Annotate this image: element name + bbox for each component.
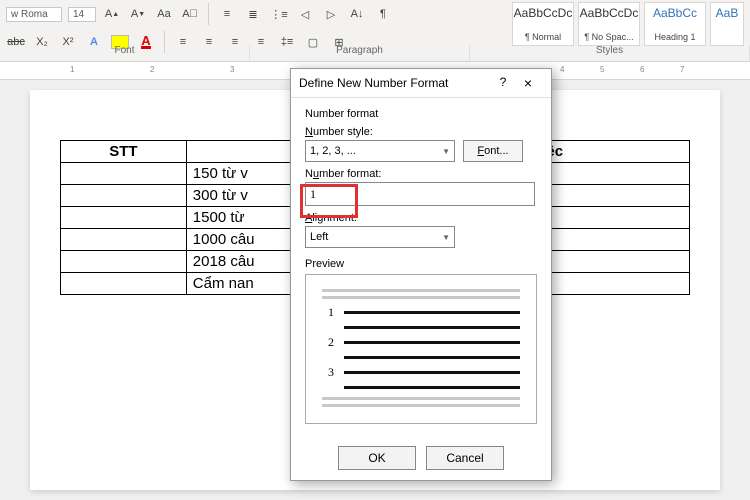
cancel-button[interactable]: Cancel <box>426 446 504 470</box>
change-case-icon[interactable]: Aa <box>154 4 174 24</box>
alignment-select[interactable]: Left▼ <box>305 226 455 248</box>
chevron-down-icon: ▼ <box>442 147 450 156</box>
style-normal[interactable]: AaBbCcDc ¶ Normal <box>512 2 574 46</box>
clear-format-icon[interactable]: A⃠ <box>180 4 200 24</box>
number-style-select[interactable]: 1, 2, 3, ...▼ <box>305 140 455 162</box>
label-number-format: Number format: <box>305 168 537 180</box>
chevron-down-icon: ▼ <box>442 233 450 242</box>
font-size-combo[interactable]: 14 <box>68 7 96 22</box>
label-alignment: Alignment: <box>305 212 537 224</box>
numbering-icon[interactable]: ≣ <box>243 4 263 24</box>
group-number-format: Number format <box>305 108 537 120</box>
close-button[interactable]: × <box>513 75 543 91</box>
number-format-input[interactable] <box>305 182 535 206</box>
preview-box: 1 2 3 <box>305 274 537 424</box>
style-heading1[interactable]: AaBbCc Heading 1 <box>644 2 706 46</box>
dialog-title: Define New Number Format <box>299 76 448 90</box>
ribbon: w Roma 14 A▲ A▼ Aa A⃠ ≡ ≣ ⋮≡ ◁ ▷ A↓ ¶ ab… <box>0 0 750 62</box>
font-name-combo[interactable]: w Roma <box>6 7 62 22</box>
show-marks-icon[interactable]: ¶ <box>373 4 393 24</box>
style-nospacing[interactable]: AaBbCcDc ¶ No Spac... <box>578 2 640 46</box>
help-button[interactable]: ? <box>493 75 513 91</box>
ok-button[interactable]: OK <box>338 446 416 470</box>
increase-indent-icon[interactable]: ▷ <box>321 4 341 24</box>
group-font-label: Font <box>0 45 250 61</box>
label-number-style: Number style: <box>305 126 537 138</box>
grow-font-icon[interactable]: A▲ <box>102 4 122 24</box>
dialog-titlebar[interactable]: Define New Number Format ? × <box>291 69 551 98</box>
bullets-icon[interactable]: ≡ <box>217 4 237 24</box>
font-button[interactable]: Font... <box>463 140 523 162</box>
decrease-indent-icon[interactable]: ◁ <box>295 4 315 24</box>
define-number-format-dialog: Define New Number Format ? × Number form… <box>290 68 552 481</box>
shrink-font-icon[interactable]: A▼ <box>128 4 148 24</box>
header-stt[interactable]: STT <box>61 141 187 163</box>
sort-icon[interactable]: A↓ <box>347 4 367 24</box>
multilevel-icon[interactable]: ⋮≡ <box>269 4 289 24</box>
style-gallery: AaBbCcDc ¶ Normal AaBbCcDc ¶ No Spac... … <box>512 2 744 46</box>
group-paragraph-label: Paragraph <box>250 45 470 61</box>
preview-label: Preview <box>305 258 537 270</box>
style-more[interactable]: AaB <box>710 2 744 46</box>
group-styles-label: Styles <box>470 45 750 61</box>
